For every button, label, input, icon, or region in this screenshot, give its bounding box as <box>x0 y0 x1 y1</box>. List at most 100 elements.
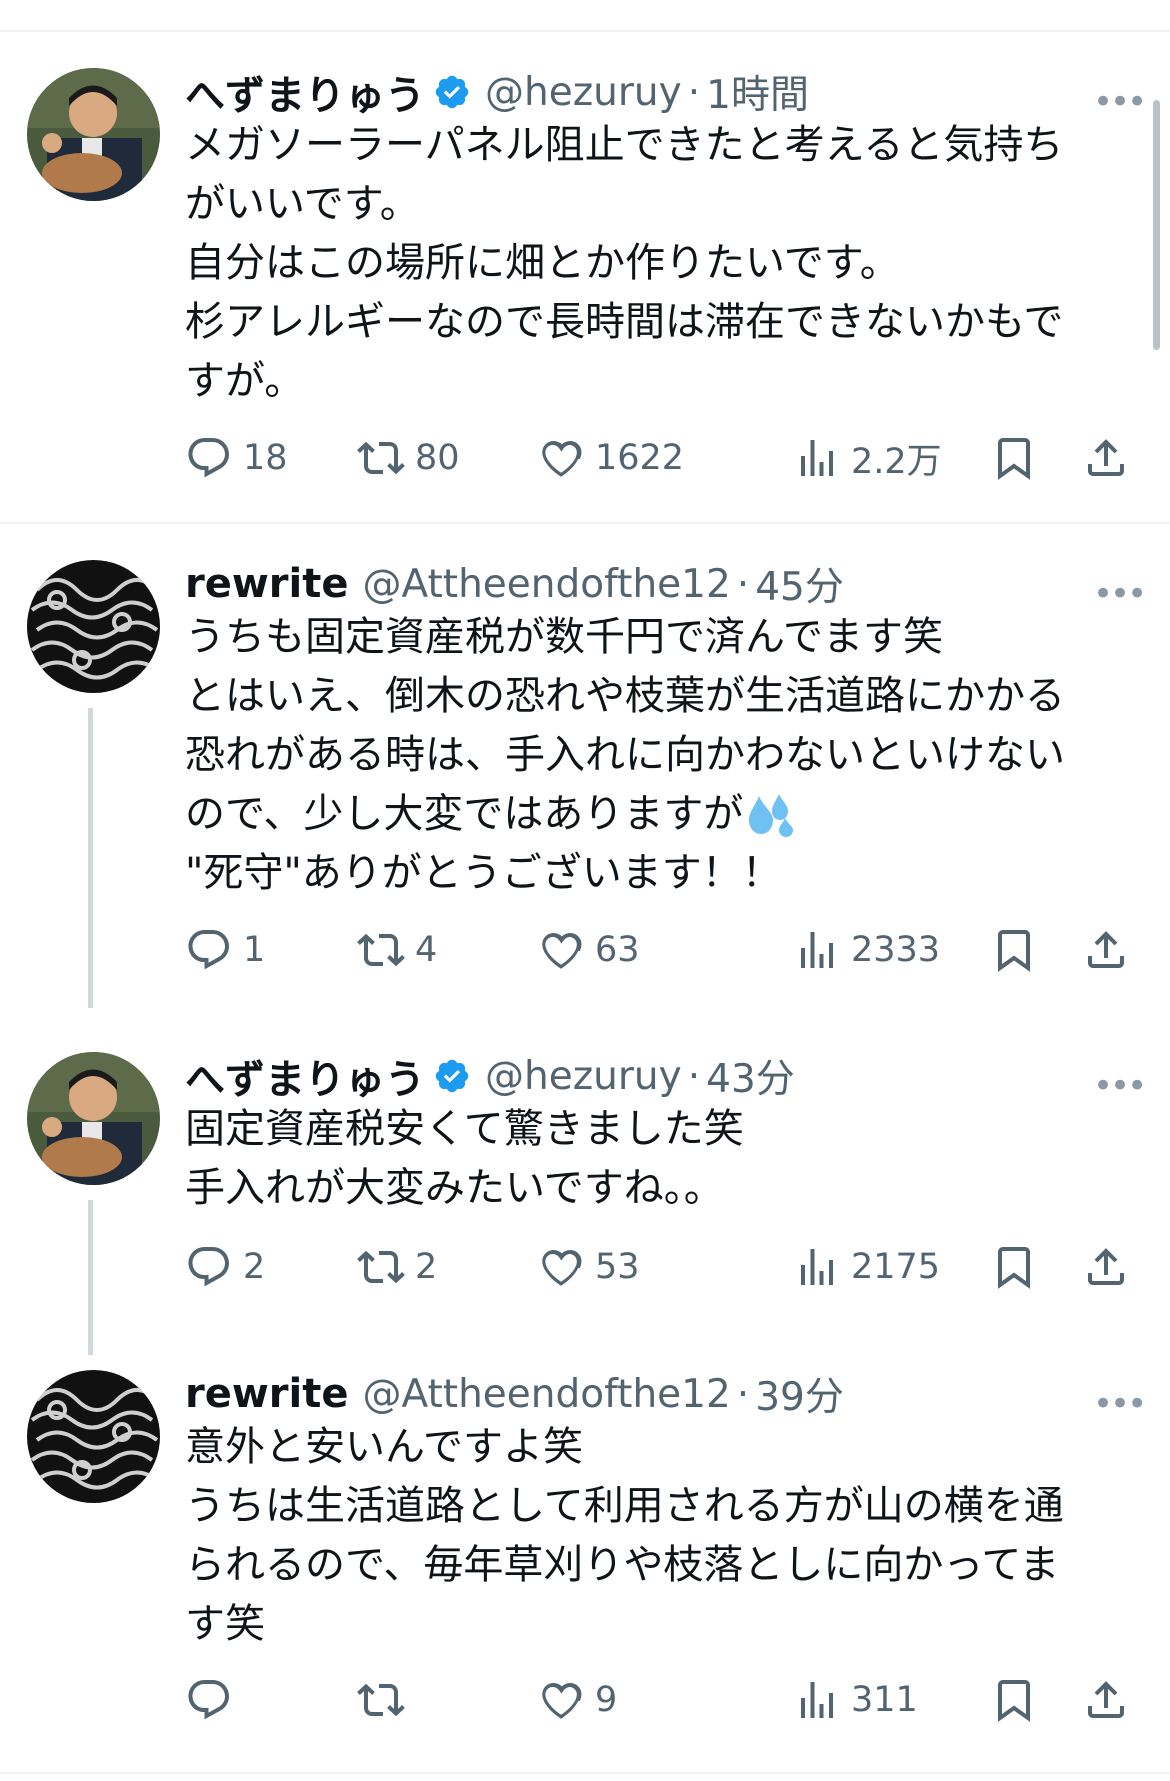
bottom-divider <box>0 1772 1170 1774</box>
handle[interactable]: @hezuruy <box>485 70 682 115</box>
text-line: "死守"ありがとうございます！！ <box>185 850 782 896</box>
display-name[interactable]: rewrite <box>185 561 349 607</box>
avatar[interactable] <box>27 68 160 201</box>
text-line: 固定資産税安くて驚きました笑 <box>185 1106 744 1152</box>
reply-icon <box>188 1680 229 1720</box>
text-line: 手入れが大変みたいですね。。 <box>185 1165 724 1211</box>
avatar[interactable] <box>27 1370 160 1503</box>
reply-count: 1 <box>243 930 266 970</box>
sweat-droplets-icon <box>749 794 794 837</box>
bookmark-button[interactable] <box>990 1670 1038 1730</box>
like-count: 63 <box>595 930 640 970</box>
share-button[interactable] <box>1082 1670 1130 1730</box>
tweet-divider <box>0 522 1170 524</box>
top-divider <box>0 30 1170 32</box>
views-button[interactable]: 2333 <box>793 920 940 980</box>
avatar[interactable] <box>27 560 160 693</box>
bookmark-icon <box>998 438 1030 480</box>
text-line: とはいえ、倒木の恐れや枝葉が生活道路にかかる <box>185 673 1065 719</box>
tweet-text: メガソーラーパネル阻止できたと考えると気持ち がいいです。 自分はこの場所に畑と… <box>185 116 1063 411</box>
views-count: 2175 <box>851 1247 941 1287</box>
text-line: がいいです。 <box>185 181 420 227</box>
repost-icon <box>357 933 405 967</box>
share-icon <box>1088 439 1124 476</box>
bookmark-icon <box>998 1247 1030 1289</box>
separator-dot: · <box>736 1371 750 1417</box>
heart-icon <box>542 932 582 969</box>
text-line: すが。 <box>185 358 305 404</box>
repost-icon <box>357 1250 405 1284</box>
bookmark-button[interactable] <box>990 428 1038 488</box>
reply-icon <box>188 930 229 970</box>
text-line: メガソーラーパネル阻止できたと考えると気持ち <box>185 122 1064 168</box>
timestamp[interactable]: 39分 <box>755 1366 844 1422</box>
more-options-icon[interactable]: ••• <box>1093 574 1147 614</box>
timestamp[interactable]: 1時間 <box>706 64 809 120</box>
avatar[interactable] <box>27 1052 160 1185</box>
share-icon <box>1088 931 1124 968</box>
display-name[interactable]: へずまりゅう <box>185 1047 425 1105</box>
bookmark-button[interactable] <box>990 920 1038 980</box>
action-bar: 9 311 <box>185 1670 1150 1730</box>
thread-line <box>88 708 93 1008</box>
views-icon <box>801 932 833 968</box>
repost-button[interactable]: 80 <box>357 428 460 488</box>
action-bar: 18 80 1622 2.2万 <box>185 428 1150 488</box>
repost-button[interactable]: 4 <box>357 920 437 980</box>
bookmark-icon <box>998 1680 1030 1722</box>
bookmark-button[interactable] <box>990 1237 1038 1297</box>
reply-button[interactable]: 1 <box>185 920 265 980</box>
scrollbar-thumb[interactable] <box>1153 100 1160 350</box>
views-icon <box>801 440 833 476</box>
like-button[interactable]: 63 <box>537 920 640 980</box>
heart-icon <box>542 1682 582 1719</box>
repost-count: 2 <box>415 1247 438 1287</box>
share-button[interactable] <box>1082 428 1130 488</box>
more-options-icon[interactable]: ••• <box>1093 1066 1147 1106</box>
views-button[interactable]: 2175 <box>793 1237 940 1297</box>
views-icon <box>801 1682 833 1718</box>
share-button[interactable] <box>1082 920 1130 980</box>
reply-button[interactable] <box>185 1670 243 1730</box>
share-button[interactable] <box>1082 1237 1130 1297</box>
more-options-icon[interactable]: ••• <box>1093 1384 1147 1424</box>
views-count: 311 <box>851 1680 918 1720</box>
tweet-text: 意外と安いんですよ笑 うちは生活道路として利用される方が山の横を通 られるので、… <box>185 1418 1064 1654</box>
bookmark-icon <box>998 930 1030 972</box>
display-name[interactable]: rewrite <box>185 1371 349 1417</box>
more-options-icon[interactable]: ••• <box>1093 82 1147 122</box>
like-count: 1622 <box>595 438 685 478</box>
handle[interactable]: @Attheendofthe12 <box>363 1372 731 1417</box>
repost-icon <box>357 1683 405 1717</box>
reply-button[interactable]: 18 <box>185 428 288 488</box>
reply-icon <box>188 1247 229 1287</box>
timestamp[interactable]: 45分 <box>755 556 844 612</box>
repost-count: 80 <box>415 438 460 478</box>
like-button[interactable]: 53 <box>537 1237 640 1297</box>
verified-badge-icon <box>435 1059 469 1093</box>
handle[interactable]: @Attheendofthe12 <box>363 562 731 607</box>
repost-button[interactable] <box>357 1670 415 1730</box>
reply-button[interactable]: 2 <box>185 1237 265 1297</box>
text-line: うちも固定資産税が数千円で済んでます笑 <box>185 614 943 660</box>
views-button[interactable]: 2.2万 <box>793 428 942 488</box>
display-name[interactable]: へずまりゅう <box>185 63 425 121</box>
tweet-text: 固定資産税安くて驚きました笑 手入れが大変みたいですね。。 <box>185 1100 744 1218</box>
tweet-text: うちも固定資産税が数千円で済んでます笑 とはいえ、倒木の恐れや枝葉が生活道路にか… <box>185 608 1065 903</box>
like-count: 53 <box>595 1247 640 1287</box>
repost-button[interactable]: 2 <box>357 1237 437 1297</box>
handle[interactable]: @hezuruy <box>485 1054 682 1099</box>
like-button[interactable]: 1622 <box>537 428 684 488</box>
like-button[interactable]: 9 <box>537 1670 617 1730</box>
like-count: 9 <box>595 1680 618 1720</box>
repost-icon <box>357 441 405 475</box>
timestamp[interactable]: 43分 <box>706 1048 795 1104</box>
views-count: 2333 <box>851 930 941 970</box>
views-button[interactable]: 311 <box>793 1670 918 1730</box>
views-count: 2.2万 <box>851 441 942 482</box>
text-line: 意外と安いんですよ笑 <box>185 1424 583 1470</box>
share-icon <box>1088 1248 1124 1285</box>
separator-dot: · <box>687 1053 701 1099</box>
views-icon <box>801 1249 833 1285</box>
text-line: 恐れがある時は、手入れに向かわないといけない <box>185 732 1065 778</box>
